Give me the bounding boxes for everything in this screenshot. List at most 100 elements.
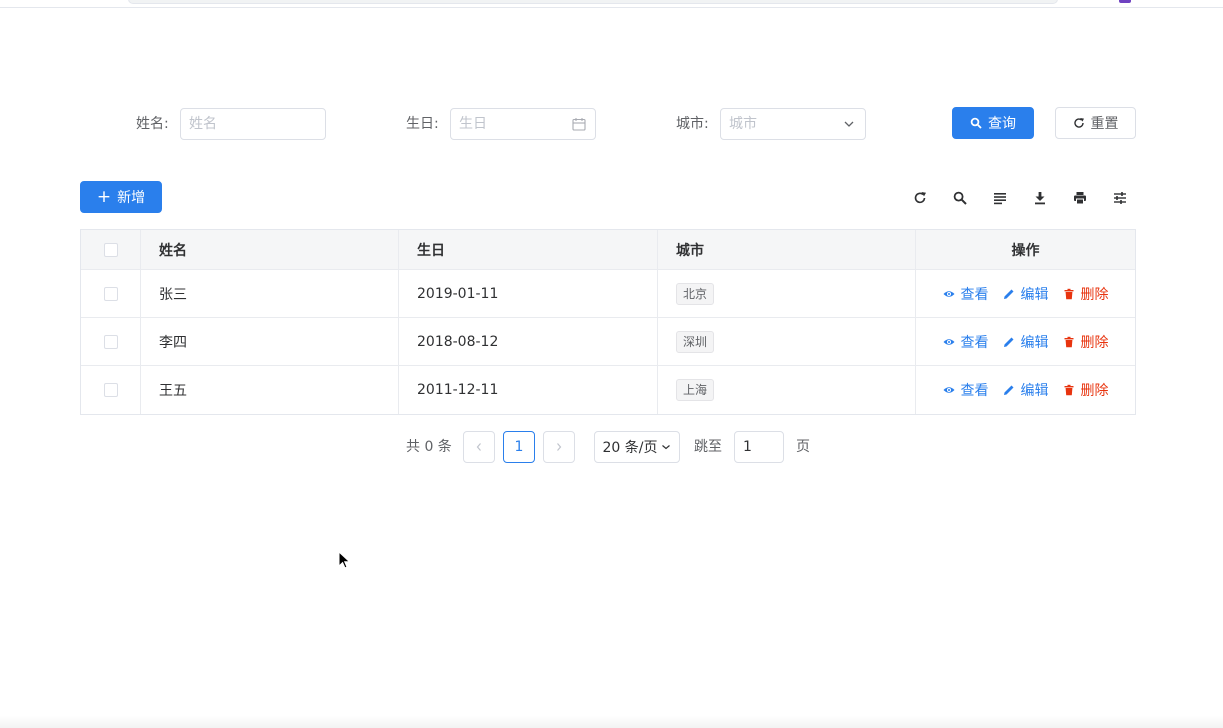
city-tag: 上海 — [676, 379, 715, 401]
column-header: 操作 — [1011, 242, 1040, 259]
name-input-placeholder: 姓名 — [189, 116, 217, 132]
trash-icon — [1064, 336, 1073, 347]
chevron-down-icon — [662, 445, 671, 450]
edit-button[interactable]: 编辑 — [1003, 284, 1049, 304]
eye-icon — [943, 290, 954, 297]
birthday-label: 生日: — [406, 116, 439, 132]
actions-cell: 查看 编辑 删除 — [916, 318, 1135, 365]
row-select-cell — [81, 366, 141, 414]
view-button[interactable]: 查看 — [943, 332, 989, 352]
mouse-cursor-icon — [338, 551, 351, 569]
chevron-right-icon — [557, 443, 562, 451]
select-all-cell — [81, 230, 141, 269]
reset-button-label: 重置 — [1090, 116, 1119, 132]
column-header: 城市 — [658, 230, 916, 269]
actions-cell: 查看 编辑 删除 — [916, 366, 1135, 414]
calendar-icon — [572, 118, 586, 131]
city-cell: 深圳 — [658, 318, 916, 365]
row-checkbox[interactable] — [103, 383, 118, 397]
eye-icon — [943, 338, 954, 345]
download-icon[interactable] — [1030, 188, 1050, 208]
delete-button[interactable]: 删除 — [1063, 284, 1109, 304]
delete-label: 删除 — [1080, 383, 1109, 399]
refresh-icon[interactable] — [910, 188, 930, 208]
trash-icon — [1064, 384, 1073, 396]
column-settings-icon[interactable] — [1110, 188, 1130, 208]
data-table: 姓名 生日 城市 操作 张三 2019-01-11 北京 查看 编辑 删除 李四 — [80, 229, 1136, 415]
name-label: 姓名: — [136, 116, 169, 132]
row-select-cell — [81, 270, 141, 317]
city-label: 城市: — [676, 116, 709, 132]
query-button-label: 查询 — [988, 116, 1016, 132]
print-icon[interactable] — [1070, 188, 1090, 208]
select-all-checkbox[interactable] — [103, 242, 118, 257]
reset-button[interactable]: 重置 — [1055, 107, 1136, 139]
add-button-label: 新增 — [117, 190, 146, 206]
refresh-icon — [1073, 118, 1084, 128]
edit-button[interactable]: 编辑 — [1003, 332, 1049, 352]
pencil-icon — [1003, 289, 1013, 299]
jump-input[interactable]: 1 — [734, 431, 784, 463]
edit-label: 编辑 — [1020, 383, 1049, 399]
name-cell: 王五 — [141, 366, 399, 414]
birthday-cell: 2011-12-11 — [399, 366, 658, 414]
delete-label: 删除 — [1080, 334, 1109, 351]
page-size-select[interactable]: 20 条/页 — [594, 431, 680, 463]
city-select-placeholder: 城市 — [729, 116, 757, 132]
table-row: 王五 2011-12-11 上海 查看 编辑 删除 — [81, 366, 1135, 414]
eye-icon — [943, 387, 954, 393]
city-tag: 深圳 — [676, 330, 715, 353]
row-checkbox[interactable] — [103, 286, 118, 301]
birthday-cell: 2018-08-12 — [399, 318, 658, 365]
city-cell: 上海 — [658, 366, 916, 414]
table-row: 张三 2019-01-11 北京 查看 编辑 删除 — [81, 270, 1135, 318]
trash-icon — [1064, 288, 1073, 299]
plus-icon: + — [96, 186, 112, 207]
table-row: 李四 2018-08-12 深圳 查看 编辑 删除 — [81, 318, 1135, 366]
view-button[interactable]: 查看 — [943, 380, 989, 400]
name-input[interactable]: 姓名 — [180, 108, 326, 140]
bottom-edge — [0, 716, 1223, 728]
row-checkbox[interactable] — [103, 334, 118, 349]
actions-cell: 查看 编辑 删除 — [916, 270, 1135, 317]
name-cell: 张三 — [141, 270, 399, 317]
next-page-button[interactable] — [543, 431, 575, 463]
density-icon[interactable] — [990, 188, 1010, 208]
city-cell: 北京 — [658, 270, 916, 317]
edit-button[interactable]: 编辑 — [1003, 380, 1049, 400]
delete-button[interactable]: 删除 — [1063, 380, 1109, 400]
row-select-cell — [81, 318, 141, 365]
search-icon[interactable] — [950, 188, 970, 208]
delete-button[interactable]: 删除 — [1063, 332, 1109, 352]
chevron-left-icon — [476, 443, 481, 451]
prev-page-button[interactable] — [463, 431, 495, 463]
add-button[interactable]: + 新增 — [80, 181, 162, 213]
birthday-input-placeholder: 生日 — [459, 116, 487, 132]
query-button[interactable]: 查询 — [952, 107, 1034, 139]
extension-icon[interactable] — [1119, 0, 1131, 3]
view-label: 查看 — [960, 286, 989, 303]
search-icon — [970, 117, 982, 129]
table-header: 姓名 生日 城市 操作 — [81, 230, 1135, 270]
page-size-value: 20 条/页 — [602, 440, 658, 456]
pencil-icon — [1003, 337, 1013, 347]
browser-top-bar — [0, 0, 1223, 8]
edit-label: 编辑 — [1020, 334, 1049, 351]
page-suffix-label: 页 — [796, 439, 810, 455]
birthday-date-picker[interactable]: 生日 — [450, 108, 596, 140]
name-cell: 李四 — [141, 318, 399, 365]
address-bar[interactable] — [128, 0, 1058, 4]
pagination-total: 共 0 条 — [406, 439, 452, 455]
pencil-icon — [1003, 385, 1013, 395]
view-label: 查看 — [960, 383, 989, 399]
city-tag: 北京 — [676, 282, 715, 305]
page-number-current[interactable]: 1 — [503, 431, 535, 463]
jump-label: 跳至 — [694, 439, 722, 455]
edit-label: 编辑 — [1020, 286, 1049, 303]
birthday-cell: 2019-01-11 — [399, 270, 658, 317]
view-label: 查看 — [960, 334, 989, 351]
view-button[interactable]: 查看 — [943, 284, 989, 304]
city-select[interactable]: 城市 — [720, 108, 866, 140]
column-header: 姓名 — [141, 230, 399, 269]
chevron-down-icon — [844, 121, 854, 127]
